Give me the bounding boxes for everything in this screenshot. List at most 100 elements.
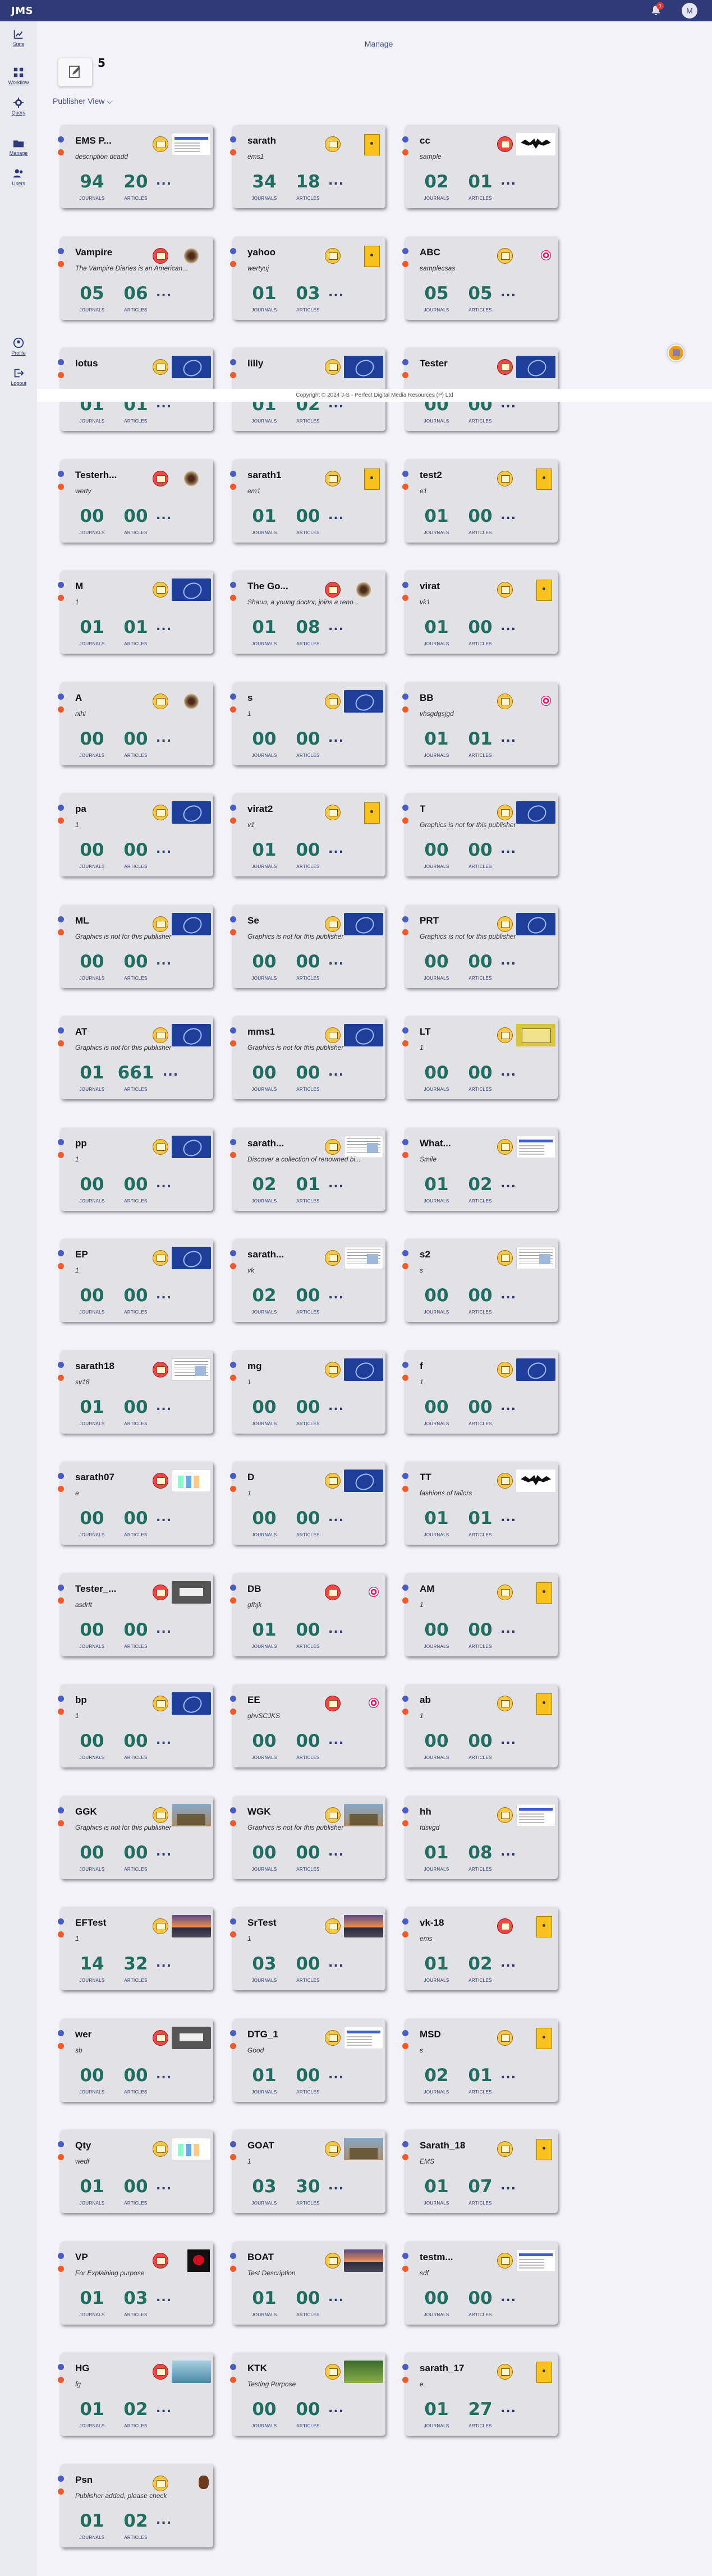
sidebar-item-stats[interactable]: Stats — [0, 28, 37, 47]
publisher-card[interactable]: Qty wedf 01 00... JOURNALS ARTICLES — [58, 2130, 213, 2213]
more-options-button[interactable]: ... — [500, 1289, 516, 1301]
more-options-button[interactable]: ... — [328, 2292, 344, 2304]
publisher-card[interactable]: testm... sdf 00 00... JOURNALS ARTICLES — [402, 2242, 558, 2325]
more-options-button[interactable]: ... — [328, 2403, 344, 2415]
more-options-button[interactable]: ... — [156, 2180, 172, 2192]
publisher-card[interactable]: test2 e1 01 00... JOURNALS ARTICLES — [402, 460, 558, 543]
more-options-button[interactable]: ... — [328, 1957, 344, 1969]
more-options-button[interactable]: ... — [500, 175, 516, 187]
sidebar-item-users[interactable]: Users — [0, 167, 37, 186]
more-options-button[interactable]: ... — [156, 175, 172, 187]
more-options-button[interactable]: ... — [328, 287, 344, 299]
more-options-button[interactable]: ... — [328, 843, 344, 856]
publisher-card[interactable]: Psn Publisher added, please check 01 02... J… — [58, 2464, 213, 2547]
more-options-button[interactable]: ... — [500, 1734, 516, 1747]
more-options-button[interactable]: ... — [328, 509, 344, 522]
more-options-button[interactable]: ... — [500, 2069, 516, 2081]
publisher-card[interactable]: HG fg 01 02... JOURNALS ARTICLES — [58, 2353, 213, 2436]
more-options-button[interactable]: ... — [500, 1178, 516, 1190]
more-options-button[interactable]: ... — [500, 1512, 516, 1524]
more-options-button[interactable]: ... — [156, 1846, 172, 1858]
publisher-card[interactable]: AT Graphics is not for this publisher 01 66… — [58, 1016, 213, 1099]
publisher-card[interactable]: Testerh... werty 00 00... JOURNALS ARTICLES — [58, 460, 213, 543]
more-options-button[interactable]: ... — [500, 2180, 516, 2192]
publisher-card[interactable]: M 1 01 01... JOURNALS ARTICLES — [58, 571, 213, 654]
publisher-card[interactable]: virat2 v1 01 00... JOURNALS ARTICLES — [230, 793, 385, 876]
publisher-card[interactable]: mg 1 00 00... JOURNALS ARTICLES — [230, 1351, 385, 1434]
publisher-card[interactable]: PRT Graphics is not for this publisher 00 0… — [402, 905, 558, 988]
floating-action-button[interactable] — [668, 345, 685, 361]
publisher-card[interactable]: virat vk1 01 00... JOURNALS ARTICLES — [402, 571, 558, 654]
more-options-button[interactable]: ... — [500, 287, 516, 299]
more-options-button[interactable]: ... — [500, 1846, 516, 1858]
publisher-card[interactable]: pa 1 00 00... JOURNALS ARTICLES — [58, 793, 213, 876]
more-options-button[interactable]: ... — [156, 2292, 172, 2304]
more-options-button[interactable]: ... — [156, 1178, 172, 1190]
sidebar-item-manage[interactable]: Manage — [0, 137, 37, 156]
publisher-card[interactable]: What... Smile 01 02... JOURNALS ARTICLES — [402, 1128, 558, 1211]
publisher-card[interactable]: WGK Graphics is not for this publisher 00 0… — [230, 1796, 385, 1879]
more-options-button[interactable]: ... — [500, 2403, 516, 2415]
publisher-card[interactable]: sarath... vk 02 00... JOURNALS ARTICLES — [230, 1239, 385, 1322]
more-options-button[interactable]: ... — [156, 621, 172, 633]
more-options-button[interactable]: ... — [156, 287, 172, 299]
more-options-button[interactable]: ... — [500, 955, 516, 967]
publisher-card[interactable]: sarath18 sv18 01 00... JOURNALS ARTICLES — [58, 1351, 213, 1434]
publisher-card[interactable]: T Graphics is not for this publisher 00 00.… — [402, 793, 558, 876]
more-options-button[interactable]: ... — [500, 621, 516, 633]
publisher-card[interactable]: EP 1 00 00... JOURNALS ARTICLES — [58, 1239, 213, 1322]
view-selector[interactable]: Publisher View ⌵ — [53, 97, 113, 106]
more-options-button[interactable]: ... — [328, 1512, 344, 1524]
more-options-button[interactable]: ... — [500, 1401, 516, 1413]
publisher-card[interactable]: s 1 00 00... JOURNALS ARTICLES — [230, 682, 385, 765]
more-options-button[interactable]: ... — [500, 843, 516, 856]
publisher-card[interactable]: EMS P... description dcadd 94 20... JOURNALS… — [58, 125, 213, 208]
publisher-card[interactable]: D 1 00 00... JOURNALS ARTICLES — [230, 1462, 385, 1545]
more-options-button[interactable]: ... — [328, 1734, 344, 1747]
more-options-button[interactable]: ... — [156, 1957, 172, 1969]
publisher-card[interactable]: Anihi 00 00... JOURNALS ARTICLES — [58, 682, 213, 765]
more-options-button[interactable]: ... — [328, 2069, 344, 2081]
more-options-button[interactable]: ... — [156, 509, 172, 522]
publisher-card[interactable]: EFTest 1 14 32... JOURNALS ARTICLES — [58, 1907, 213, 1990]
more-options-button[interactable]: ... — [156, 1512, 172, 1524]
publisher-card[interactable]: wer sb 00 00... JOURNALS ARTICLES — [58, 2019, 213, 2102]
more-options-button[interactable]: ... — [156, 1734, 172, 1747]
more-options-button[interactable]: ... — [500, 732, 516, 745]
publisher-card[interactable]: vk-18 ems 01 02... JOURNALS ARTICLES — [402, 1907, 558, 1990]
publisher-card[interactable]: ab 1 00 00... JOURNALS ARTICLES — [402, 1684, 558, 1767]
publisher-card[interactable]: BB vhsgdgsjgd 01 01... JOURNALS ARTICLES — [402, 682, 558, 765]
publisher-card[interactable]: sarath ems1 34 18... JOURNALS ARTICLES — [230, 125, 385, 208]
more-options-button[interactable]: ... — [500, 1623, 516, 1636]
more-options-button[interactable]: ... — [156, 1623, 172, 1636]
more-options-button[interactable]: ... — [328, 732, 344, 745]
more-options-button[interactable]: ... — [156, 1289, 172, 1301]
publisher-card[interactable]: bp 1 00 00... JOURNALS ARTICLES — [58, 1684, 213, 1767]
more-options-button[interactable]: ... — [156, 2069, 172, 2081]
publisher-card[interactable]: EE ghvSCJKS 00 00... JOURNALS ARTICLES — [230, 1684, 385, 1767]
more-options-button[interactable]: ... — [156, 2514, 172, 2527]
more-options-button[interactable]: ... — [328, 175, 344, 187]
more-options-button[interactable]: ... — [328, 955, 344, 967]
publisher-card[interactable]: ABC samplecsas 05 05... JOURNALS ARTICLES — [402, 237, 558, 320]
publisher-card[interactable]: pp 1 00 00... JOURNALS ARTICLES — [58, 1128, 213, 1211]
publisher-card[interactable]: BOAT Test Description 01 00... JOURNALS ARTIC… — [230, 2242, 385, 2325]
publisher-card[interactable]: sarath1 em1 01 00... JOURNALS ARTICLES — [230, 460, 385, 543]
more-options-button[interactable]: ... — [328, 1623, 344, 1636]
publisher-card[interactable]: DB gfhjk 01 00... JOURNALS ARTICLES — [230, 1573, 385, 1656]
publisher-card[interactable]: ML Graphics is not for this publisher 00 00… — [58, 905, 213, 988]
publisher-card[interactable]: f 1 00 00... JOURNALS ARTICLES — [402, 1351, 558, 1434]
publisher-card[interactable]: VP For Explaining purpose 01 03... JOURNALS A… — [58, 2242, 213, 2325]
more-options-button[interactable]: ... — [156, 732, 172, 745]
sidebar-item-workflow[interactable]: Workflow — [0, 66, 37, 85]
publisher-card[interactable]: DTG_1 Good 01 00... JOURNALS ARTICLES — [230, 2019, 385, 2102]
more-options-button[interactable]: ... — [156, 2403, 172, 2415]
publisher-card[interactable]: SrTest 1 03 00... JOURNALS ARTICLES — [230, 1907, 385, 1990]
more-options-button[interactable]: ... — [500, 509, 516, 522]
publisher-card[interactable]: Se Graphics is not for this publisher 00 00… — [230, 905, 385, 988]
more-options-button[interactable]: ... — [156, 1401, 172, 1413]
user-avatar[interactable]: M — [682, 3, 697, 19]
publisher-card[interactable]: mms1 Graphics is not for this publisher 00… — [230, 1016, 385, 1099]
more-options-button[interactable]: ... — [163, 1066, 178, 1078]
publisher-card[interactable]: Tester_... asdrft 00 00... JOURNALS ARTICLES — [58, 1573, 213, 1656]
